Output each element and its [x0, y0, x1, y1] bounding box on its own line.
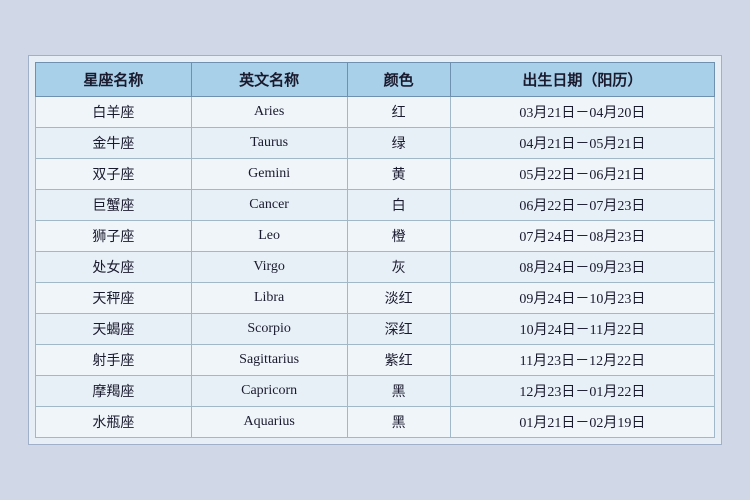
- cell-color: 绿: [347, 128, 450, 159]
- cell-color: 紫红: [347, 345, 450, 376]
- table-row: 摩羯座Capricorn黑12月23日－01月22日: [36, 376, 715, 407]
- cell-color: 红: [347, 97, 450, 128]
- table-row: 狮子座Leo橙07月24日－08月23日: [36, 221, 715, 252]
- cell-chinese-name: 巨蟹座: [36, 190, 192, 221]
- cell-chinese-name: 射手座: [36, 345, 192, 376]
- cell-english-name: Capricorn: [191, 376, 347, 407]
- cell-english-name: Gemini: [191, 159, 347, 190]
- cell-chinese-name: 白羊座: [36, 97, 192, 128]
- cell-chinese-name: 双子座: [36, 159, 192, 190]
- cell-color: 黄: [347, 159, 450, 190]
- zodiac-table: 星座名称 英文名称 颜色 出生日期（阳历） 白羊座Aries红03月21日－04…: [35, 62, 715, 438]
- cell-chinese-name: 处女座: [36, 252, 192, 283]
- cell-dates: 06月22日－07月23日: [450, 190, 714, 221]
- cell-dates: 04月21日－05月21日: [450, 128, 714, 159]
- table-row: 天蝎座Scorpio深红10月24日－11月22日: [36, 314, 715, 345]
- table-row: 天秤座Libra淡红09月24日－10月23日: [36, 283, 715, 314]
- table-row: 处女座Virgo灰08月24日－09月23日: [36, 252, 715, 283]
- header-english-name: 英文名称: [191, 63, 347, 97]
- cell-dates: 11月23日－12月22日: [450, 345, 714, 376]
- cell-color: 黑: [347, 376, 450, 407]
- cell-dates: 07月24日－08月23日: [450, 221, 714, 252]
- cell-color: 深红: [347, 314, 450, 345]
- cell-dates: 12月23日－01月22日: [450, 376, 714, 407]
- cell-english-name: Virgo: [191, 252, 347, 283]
- table-row: 白羊座Aries红03月21日－04月20日: [36, 97, 715, 128]
- table-row: 金牛座Taurus绿04月21日－05月21日: [36, 128, 715, 159]
- cell-english-name: Taurus: [191, 128, 347, 159]
- cell-color: 灰: [347, 252, 450, 283]
- cell-english-name: Leo: [191, 221, 347, 252]
- header-dates: 出生日期（阳历）: [450, 63, 714, 97]
- cell-color: 黑: [347, 407, 450, 438]
- zodiac-table-container: 星座名称 英文名称 颜色 出生日期（阳历） 白羊座Aries红03月21日－04…: [28, 55, 722, 445]
- cell-chinese-name: 天秤座: [36, 283, 192, 314]
- cell-english-name: Scorpio: [191, 314, 347, 345]
- cell-chinese-name: 水瓶座: [36, 407, 192, 438]
- table-row: 双子座Gemini黄05月22日－06月21日: [36, 159, 715, 190]
- cell-chinese-name: 天蝎座: [36, 314, 192, 345]
- cell-english-name: Aquarius: [191, 407, 347, 438]
- cell-dates: 05月22日－06月21日: [450, 159, 714, 190]
- cell-english-name: Aries: [191, 97, 347, 128]
- cell-color: 橙: [347, 221, 450, 252]
- cell-english-name: Cancer: [191, 190, 347, 221]
- cell-dates: 09月24日－10月23日: [450, 283, 714, 314]
- cell-english-name: Sagittarius: [191, 345, 347, 376]
- table-row: 巨蟹座Cancer白06月22日－07月23日: [36, 190, 715, 221]
- cell-color: 淡红: [347, 283, 450, 314]
- cell-chinese-name: 摩羯座: [36, 376, 192, 407]
- header-color: 颜色: [347, 63, 450, 97]
- table-body: 白羊座Aries红03月21日－04月20日金牛座Taurus绿04月21日－0…: [36, 97, 715, 438]
- cell-dates: 08月24日－09月23日: [450, 252, 714, 283]
- cell-chinese-name: 金牛座: [36, 128, 192, 159]
- cell-chinese-name: 狮子座: [36, 221, 192, 252]
- cell-dates: 03月21日－04月20日: [450, 97, 714, 128]
- cell-english-name: Libra: [191, 283, 347, 314]
- header-chinese-name: 星座名称: [36, 63, 192, 97]
- cell-dates: 01月21日－02月19日: [450, 407, 714, 438]
- table-row: 射手座Sagittarius紫红11月23日－12月22日: [36, 345, 715, 376]
- table-row: 水瓶座Aquarius黑01月21日－02月19日: [36, 407, 715, 438]
- cell-dates: 10月24日－11月22日: [450, 314, 714, 345]
- table-header-row: 星座名称 英文名称 颜色 出生日期（阳历）: [36, 63, 715, 97]
- cell-color: 白: [347, 190, 450, 221]
